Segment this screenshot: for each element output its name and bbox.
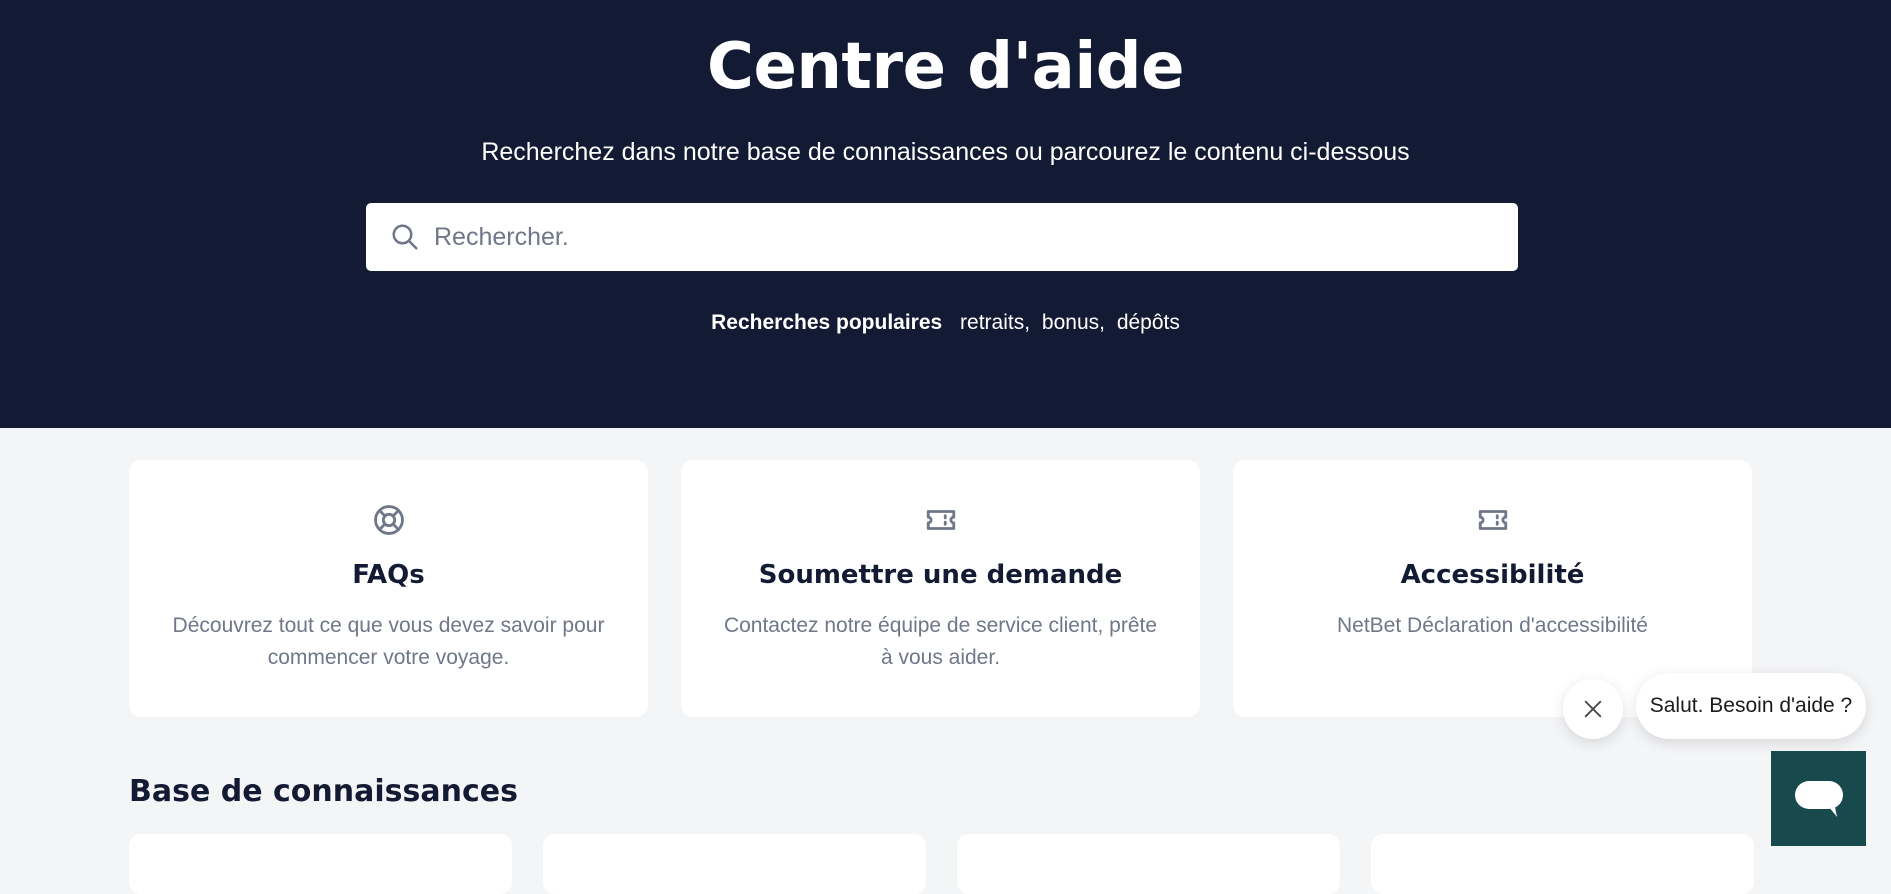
- chat-greeting-text: Salut. Besoin d'aide ?: [1649, 694, 1853, 717]
- ticket-icon: [926, 510, 955, 530]
- card-faqs[interactable]: FAQs Découvrez tout ce que vous devez sa…: [129, 460, 648, 717]
- popular-search-link-depots[interactable]: dépôts: [1117, 311, 1180, 334]
- card-title: Accessibilité: [1400, 560, 1585, 590]
- search-icon: [392, 224, 418, 250]
- popular-searches-label: Recherches populaires: [711, 311, 943, 334]
- chat-launcher-button[interactable]: [1771, 751, 1866, 846]
- close-icon: [1584, 700, 1602, 718]
- knowledge-base-card[interactable]: [957, 834, 1340, 894]
- chat-bubble-icon: [1794, 780, 1843, 817]
- search-bar[interactable]: [366, 203, 1518, 271]
- card-title: Soumettre une demande: [758, 560, 1123, 590]
- card-description: NetBet Déclaration d'accessibilité: [1337, 614, 1648, 637]
- ticket-icon: [1478, 510, 1507, 530]
- chat-close-button[interactable]: [1563, 679, 1623, 739]
- chat-greeting-bubble[interactable]: Salut. Besoin d'aide ?: [1636, 673, 1866, 739]
- knowledge-base-card[interactable]: [543, 834, 926, 894]
- card-title: FAQs: [352, 560, 425, 590]
- lifebuoy-icon: [373, 505, 404, 535]
- card-submit-request[interactable]: Soumettre une demande Contactez notre éq…: [681, 460, 1200, 717]
- popular-search-link-bonus[interactable]: bonus,: [1042, 311, 1105, 334]
- card-description: Contactez notre équipe de service client…: [723, 614, 1158, 669]
- popular-search-link-retraits[interactable]: retraits,: [960, 311, 1030, 334]
- hero-subtitle: Recherchez dans notre base de connaissan…: [481, 138, 1410, 166]
- knowledge-base-title: Base de connaissances: [129, 774, 518, 809]
- page-title: Centre d'aide: [706, 30, 1185, 104]
- popular-searches: Recherches populaires retraits, bonus, d…: [0, 311, 1891, 335]
- knowledge-base-card[interactable]: [129, 834, 512, 894]
- search-input[interactable]: [434, 222, 1484, 252]
- hero-banner: Centre d'aide Recherchez dans notre base…: [0, 0, 1891, 428]
- knowledge-base-card[interactable]: [1371, 834, 1754, 894]
- card-description: Découvrez tout ce que vous devez savoir …: [172, 614, 605, 669]
